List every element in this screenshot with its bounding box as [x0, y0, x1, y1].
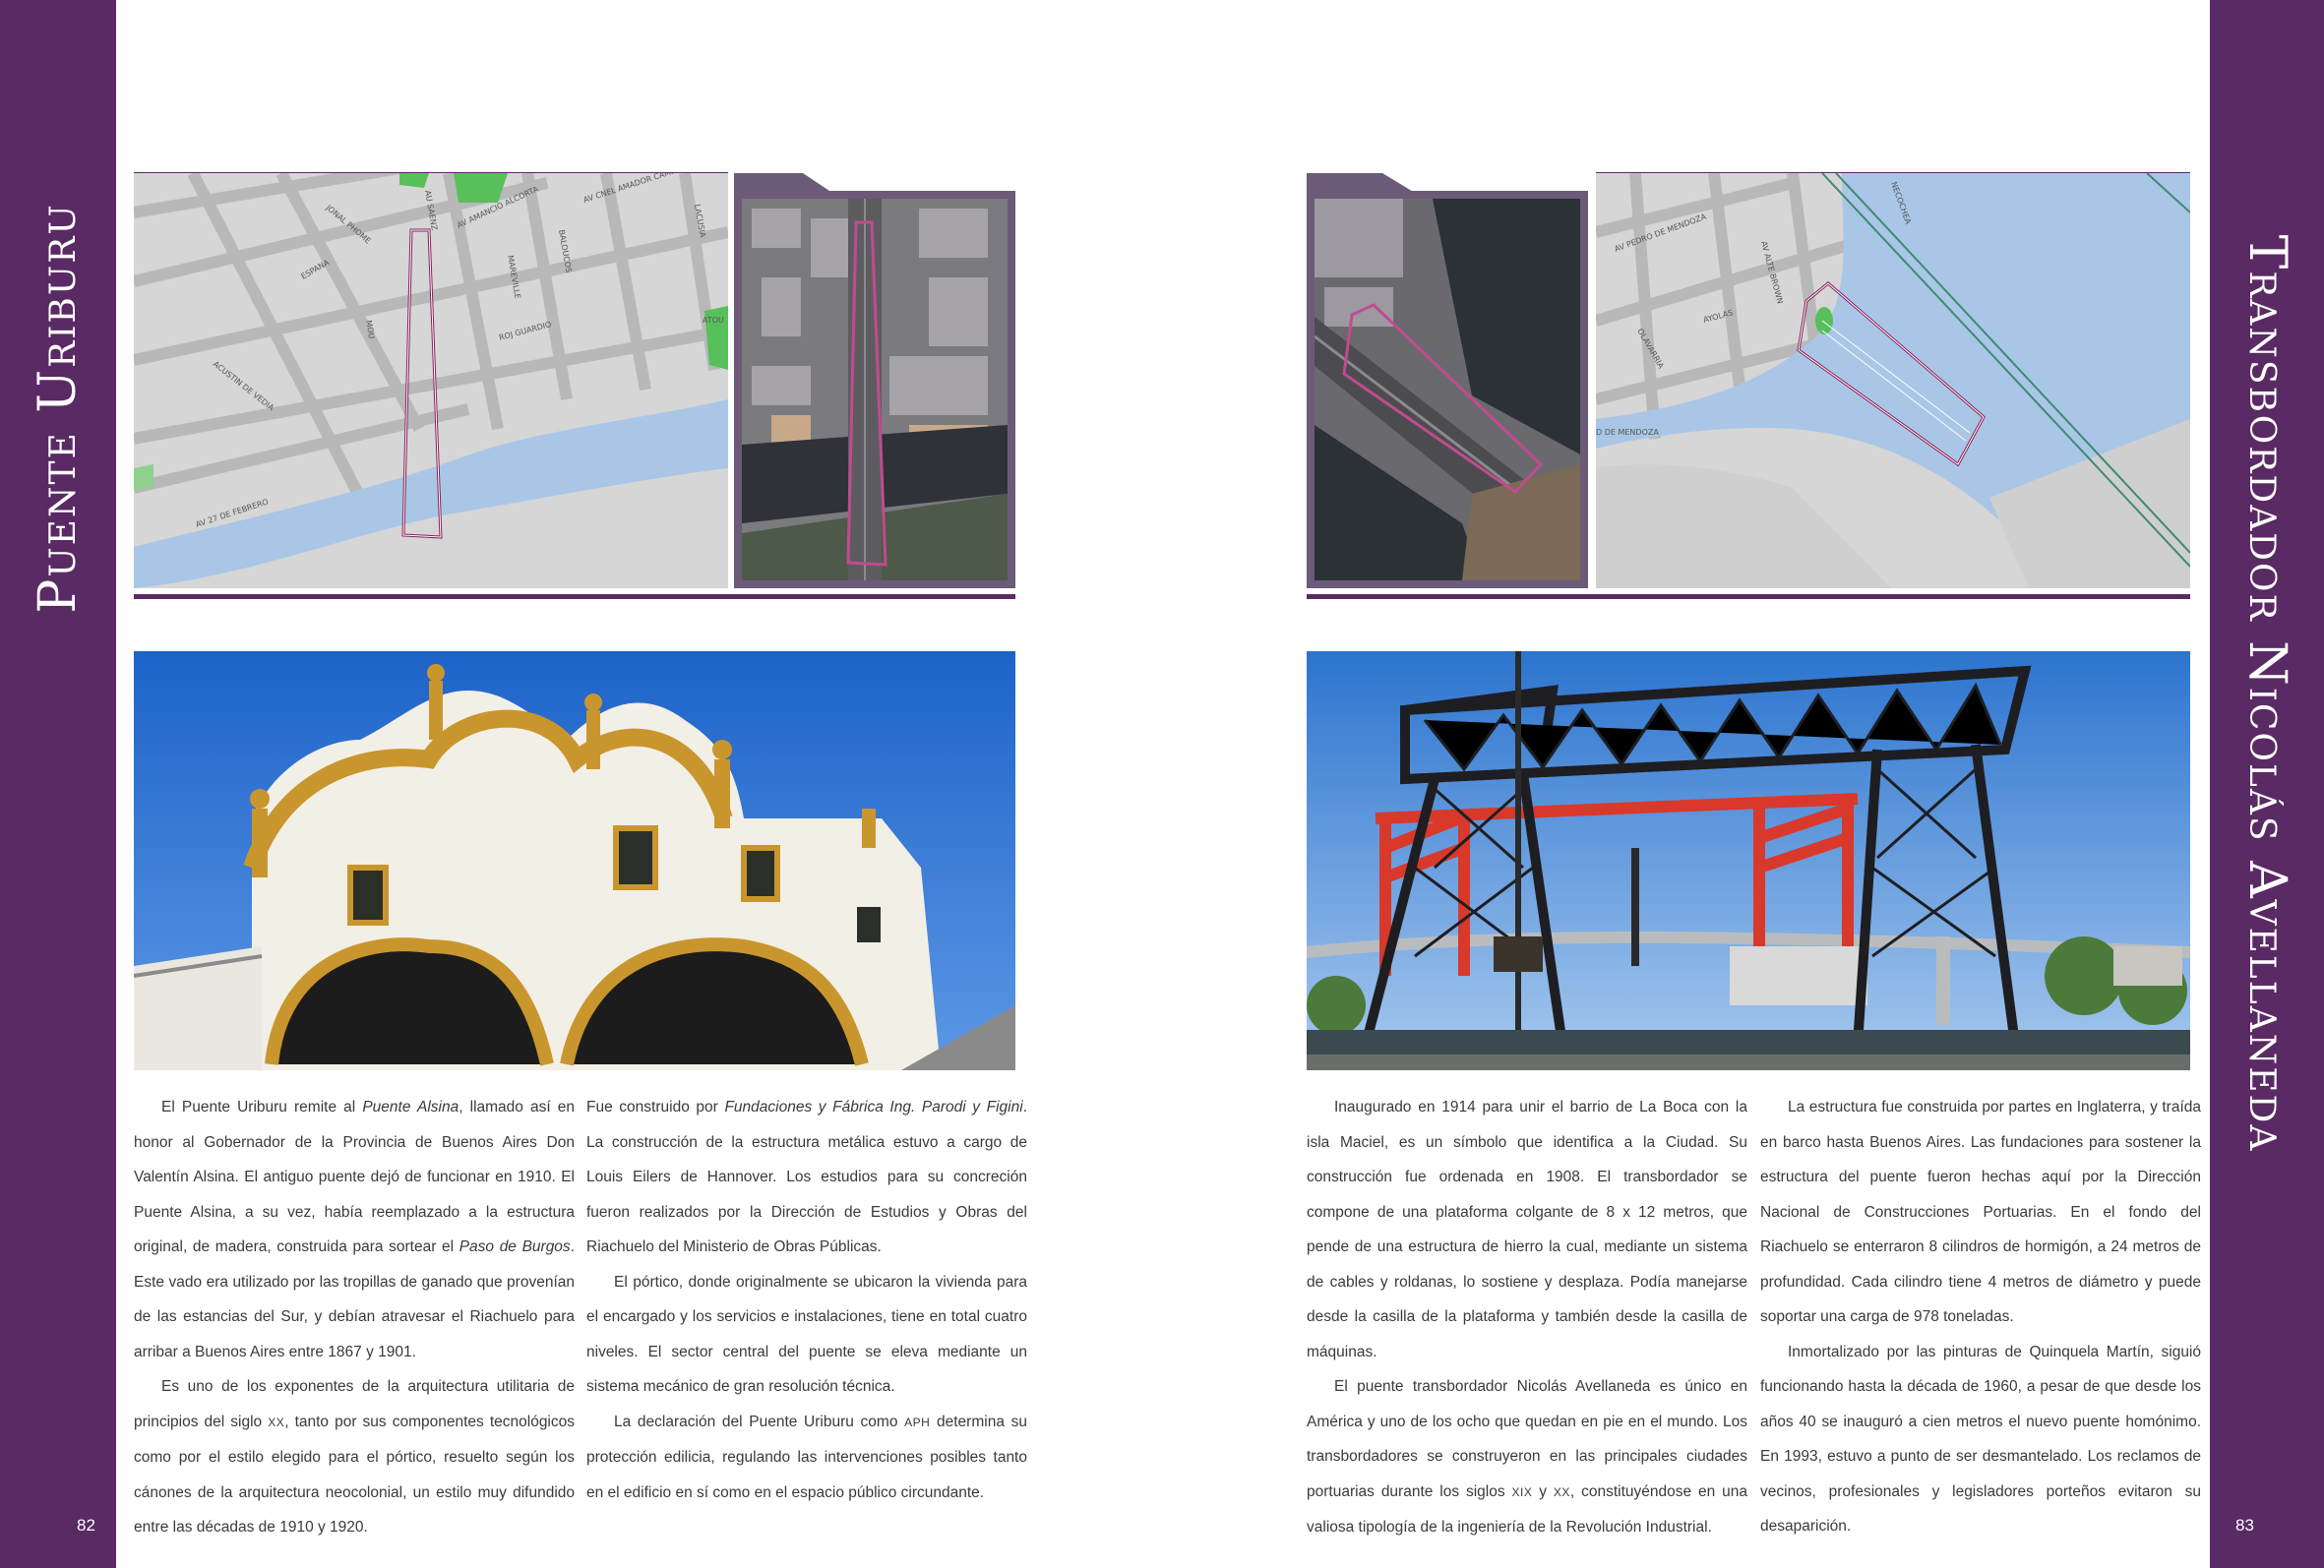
text-run: , llamado así en honor al Gobernador de …	[134, 1099, 576, 1255]
text-run-italic: Paso de Burgos	[459, 1238, 571, 1255]
text-run-italic: Puente Alsina	[362, 1099, 459, 1116]
text-run-smallcaps: XX	[268, 1415, 285, 1429]
right-text-column-1: Inaugurado en 1914 para unir el barrio d…	[1307, 1090, 1747, 1545]
text-run-smallcaps: XIX	[1511, 1484, 1533, 1499]
uriburu-portico-photo	[134, 651, 1015, 1070]
right-text-column-2: La estructura fue construida por partes …	[1760, 1090, 2201, 1544]
right-satellite-tab	[1307, 173, 1415, 193]
left-section-rule	[134, 594, 1015, 599]
paragraph: La estructura fue construida por partes …	[1760, 1099, 2201, 1325]
text-run-smallcaps: APH	[904, 1415, 931, 1429]
text-run: Fue construido por	[586, 1099, 725, 1116]
left-page-title: Puente Uriburu	[29, 203, 88, 614]
transbordador-satellite-frame	[1307, 191, 1588, 588]
transbordador-bridge-photo	[1307, 651, 2190, 1070]
text-run-italic: Fundaciones y Fábrica Ing. Parodi y Figi…	[724, 1099, 1023, 1116]
map-label: D DE MENDOZA	[1596, 428, 1659, 437]
text-run: El Puente Uriburu remite al	[161, 1099, 363, 1116]
paragraph: El pórtico, donde originalmente se ubica…	[586, 1273, 1027, 1396]
uriburu-street-map: JONAL PHOME AU SAENZ AV AMANCIO ALCORTA …	[134, 173, 728, 588]
text-run: y	[1532, 1482, 1554, 1500]
left-text-column-1: El Puente Uriburu remite al Puente Alsin…	[134, 1090, 575, 1545]
text-run: El puente transbordador Nicolás Avellane…	[1307, 1378, 1747, 1500]
paragraph: Es uno de los exponentes de la arquitect…	[134, 1369, 575, 1545]
paragraph: Fue construido por Fundaciones y Fábrica…	[586, 1090, 1027, 1265]
left-satellite-tab	[734, 173, 832, 193]
transbordador-street-map: AV PEDRO DE MENDOZA AV ALTE BROWN NECOCH…	[1596, 173, 2190, 588]
uriburu-satellite-image	[742, 199, 1008, 580]
paragraph: Inmortalizado por las pinturas de Quinqu…	[1760, 1343, 2201, 1536]
right-page-number: 83	[2235, 1516, 2254, 1535]
left-text-column-2: Fue construido por Fundaciones y Fábrica…	[586, 1090, 1027, 1510]
left-page-number: 82	[77, 1516, 95, 1535]
uriburu-satellite-frame	[734, 191, 1015, 588]
text-run-smallcaps: XX	[1553, 1484, 1570, 1499]
map-label: ATOU	[703, 316, 724, 325]
right-section-rule	[1307, 594, 2190, 599]
paragraph: La declaración del Puente Uriburu como A…	[586, 1405, 1027, 1511]
paragraph: El Puente Uriburu remite al Puente Alsin…	[134, 1090, 575, 1369]
text-run: , tanto por sus componentes tecnológicos…	[134, 1413, 576, 1537]
right-page-title: Transbordador Nicolás Avellaneda	[2237, 234, 2296, 1153]
text-run: . Este vado era utilizado por las tropil…	[134, 1238, 575, 1360]
transbordador-satellite-image	[1315, 199, 1580, 580]
paragraph: Inaugurado en 1914 para unir el barrio d…	[1307, 1099, 1747, 1360]
paragraph: El puente transbordador Nicolás Avellane…	[1307, 1369, 1747, 1545]
text-run: La declaración del Puente Uriburu como	[614, 1413, 905, 1430]
text-run: . La construcción de la estructura metál…	[586, 1099, 1027, 1255]
